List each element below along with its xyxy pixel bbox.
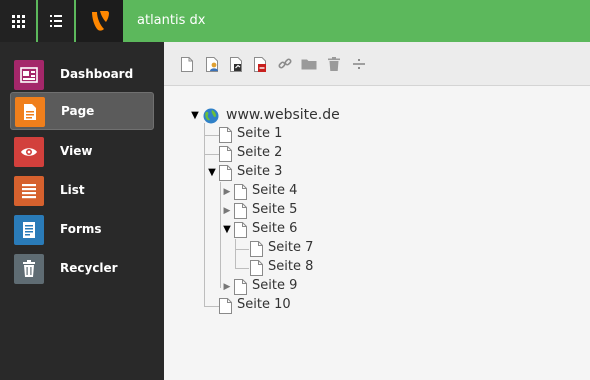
page-tree: ▼ www.website.de Seite 1 Seite 2 ▼ Seite… (164, 86, 590, 380)
tree-node-label: Seite 6 (252, 221, 298, 236)
tree-node-label: Seite 10 (237, 297, 291, 312)
module-list[interactable]: List (10, 172, 154, 210)
tree-line (220, 182, 221, 288)
tree-line (236, 268, 249, 269)
module-label: View (60, 144, 93, 158)
module-view[interactable]: View (10, 133, 154, 171)
page-icon (250, 260, 263, 276)
tree-node-label: Seite 9 (252, 278, 298, 293)
eye-icon (14, 137, 44, 167)
trash-icon (14, 254, 44, 284)
page-toolbar (164, 42, 590, 86)
expand-toggle[interactable]: ▶ (222, 282, 232, 292)
collapse-toggle[interactable]: ▼ (207, 168, 217, 178)
dashboard-icon (14, 60, 44, 90)
collapse-toggle[interactable]: ▼ (222, 225, 232, 235)
module-label: Recycler (60, 261, 118, 275)
page-icon (219, 146, 232, 162)
page-icon (234, 279, 247, 295)
new-page-user-icon[interactable] (204, 55, 222, 73)
globe-icon (203, 108, 219, 128)
module-menu: Dashboard Page View List Forms Recycler (0, 42, 164, 380)
tree-node-label: Seite 3 (237, 164, 283, 179)
page-icon (219, 298, 232, 314)
folder-icon[interactable] (300, 55, 318, 73)
tree-node-label: Seite 7 (268, 240, 314, 255)
module-forms[interactable]: Forms (10, 211, 154, 249)
list-icon[interactable] (38, 0, 74, 42)
page-icon (234, 184, 247, 200)
top-bar: atlantis dx (0, 0, 590, 42)
tree-node-label: Seite 2 (237, 145, 283, 160)
delete-page-icon[interactable] (252, 55, 270, 73)
tree-node-label: Seite 8 (268, 259, 314, 274)
page-icon (219, 127, 232, 143)
module-recycler[interactable]: Recycler (10, 250, 154, 288)
module-page[interactable]: Page (10, 92, 154, 130)
tree-line (204, 123, 205, 307)
module-label: Forms (60, 222, 102, 236)
page-icon (234, 203, 247, 219)
list-icon (14, 176, 44, 206)
tree-line (205, 135, 219, 136)
module-label: Page (61, 104, 95, 118)
module-grid-icon[interactable] (0, 0, 36, 42)
page-icon (234, 222, 247, 238)
page-icon (250, 241, 263, 257)
tree-line (236, 249, 249, 250)
collapse-toggle[interactable]: ▼ (190, 111, 200, 121)
tree-line (205, 306, 219, 307)
typo3-logo[interactable] (76, 0, 123, 42)
separator-icon[interactable] (350, 55, 368, 73)
module-label: List (60, 183, 85, 197)
tree-line (235, 239, 236, 269)
link-icon[interactable] (276, 55, 294, 73)
tree-line (205, 154, 219, 155)
tree-node-label: Seite 4 (252, 183, 298, 198)
move-page-icon[interactable] (228, 55, 246, 73)
page-icon (219, 165, 232, 181)
new-page-icon[interactable] (178, 55, 196, 73)
site-name: atlantis dx (137, 13, 206, 28)
forms-icon (14, 215, 44, 245)
module-label: Dashboard (60, 67, 134, 81)
module-dashboard[interactable]: Dashboard (10, 56, 154, 94)
page-icon (15, 97, 45, 127)
tree-node-label: Seite 1 (237, 126, 283, 141)
tree-node-label: www.website.de (226, 107, 340, 123)
expand-toggle[interactable]: ▶ (222, 187, 232, 197)
tree-node-label: Seite 5 (252, 202, 298, 217)
expand-toggle[interactable]: ▶ (222, 206, 232, 216)
trash-icon[interactable] (325, 55, 343, 73)
